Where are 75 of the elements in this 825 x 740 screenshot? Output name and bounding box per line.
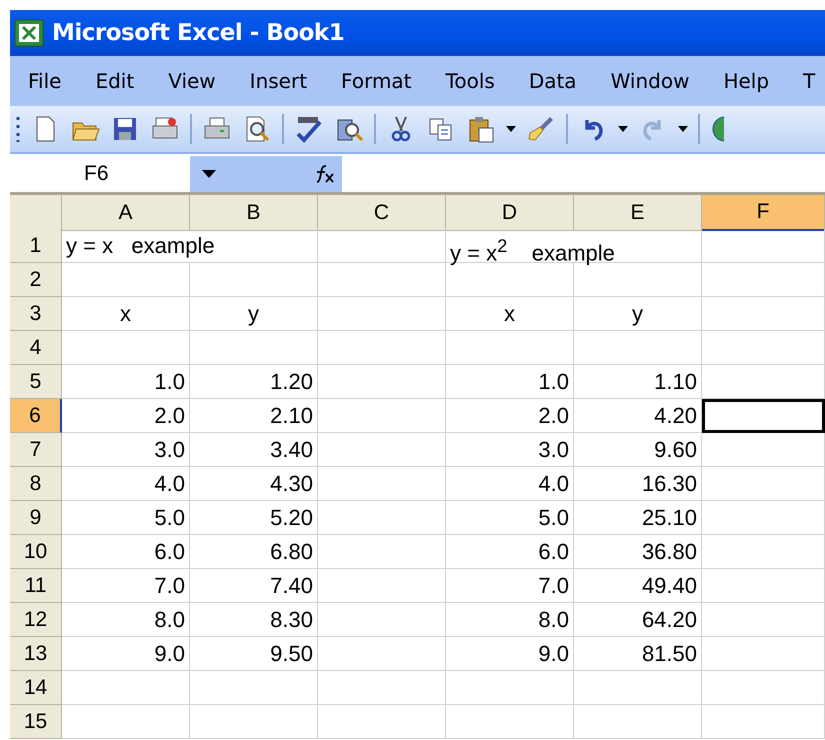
- row-header[interactable]: 5: [10, 365, 62, 399]
- table-cell: x: [446, 297, 574, 331]
- table-cell: 4.20: [574, 399, 702, 433]
- menu-item[interactable]: File: [14, 65, 78, 97]
- menu-item[interactable]: Edit: [78, 65, 152, 97]
- table-cell: 1.0: [446, 365, 574, 399]
- row-header[interactable]: 6: [10, 399, 62, 433]
- table-cell: 6.80: [190, 535, 318, 569]
- row-header[interactable]: 11: [10, 569, 62, 603]
- row-header[interactable]: 15: [10, 705, 62, 739]
- table-cell: y = x$^{2}$ example: [446, 229, 702, 263]
- table-cell: 5.20: [190, 501, 318, 535]
- table-cell: 1.0: [62, 365, 190, 399]
- table-cell: 6.0: [446, 535, 574, 569]
- table-cell: 49.40: [574, 569, 702, 603]
- table-cell: 25.10: [574, 501, 702, 535]
- table-cell: 4.0: [446, 467, 574, 501]
- table-cell: 2.0: [62, 399, 190, 433]
- menu-item[interactable]: Format: [324, 65, 429, 97]
- table-cell: 8.0: [446, 603, 574, 637]
- name-box[interactable]: F6: [10, 156, 190, 192]
- table-cell: 9.0: [62, 637, 190, 671]
- menu-item[interactable]: Tools: [428, 65, 512, 97]
- table-cell: 6.0: [62, 535, 190, 569]
- table-cell: 5.0: [446, 501, 574, 535]
- table-cell: 9.50: [190, 637, 318, 671]
- table-cell: y: [190, 297, 318, 331]
- row-header[interactable]: 8: [10, 467, 62, 501]
- menu-item[interactable]: Help: [706, 65, 786, 97]
- table-cell: y: [574, 297, 702, 331]
- table-cell: 64.20: [574, 603, 702, 637]
- menu-item[interactable]: Data: [512, 65, 594, 97]
- table-cell: 3.0: [62, 433, 190, 467]
- row-header[interactable]: 9: [10, 501, 62, 535]
- table-cell: 8.0: [62, 603, 190, 637]
- row-header[interactable]: 7: [10, 433, 62, 467]
- table-cell: 81.50: [574, 637, 702, 671]
- table-cell: 7.40: [190, 569, 318, 603]
- menu-item[interactable]: View: [151, 65, 233, 97]
- table-cell: 4.0: [62, 467, 190, 501]
- column-header[interactable]: E: [574, 195, 702, 231]
- table-cell: 1.20: [190, 365, 318, 399]
- table-cell: y = x example: [62, 229, 318, 263]
- menu-item[interactable]: T: [786, 65, 825, 97]
- table-cell: 3.40: [190, 433, 318, 467]
- column-header[interactable]: A: [62, 195, 190, 231]
- row-header[interactable]: 1: [10, 229, 62, 263]
- table-cell: 2.10: [190, 399, 318, 433]
- column-header[interactable]: D: [446, 195, 574, 231]
- table-cell: x: [62, 297, 190, 331]
- table-cell: 7.0: [62, 569, 190, 603]
- table-cell: 7.0: [446, 569, 574, 603]
- table-cell: 1.10: [574, 365, 702, 399]
- column-header[interactable]: B: [190, 195, 318, 231]
- table-cell: 8.30: [190, 603, 318, 637]
- row-header[interactable]: 4: [10, 331, 62, 365]
- row-header[interactable]: 13: [10, 637, 62, 671]
- table-cell: 9.60: [574, 433, 702, 467]
- row-header[interactable]: 12: [10, 603, 62, 637]
- table-cell: 5.0: [62, 501, 190, 535]
- table-cell: 4.30: [190, 467, 318, 501]
- row-header[interactable]: 3: [10, 297, 62, 331]
- menu-item[interactable]: Insert: [232, 65, 324, 97]
- column-header[interactable]: C: [318, 195, 446, 231]
- window-title: Microsoft Excel - Book1: [52, 20, 344, 46]
- table-cell: 3.0: [446, 433, 574, 467]
- table-cell: 16.30: [574, 467, 702, 501]
- table-cell: 9.0: [446, 637, 574, 671]
- row-header[interactable]: 2: [10, 263, 62, 297]
- row-header[interactable]: 14: [10, 671, 62, 705]
- table-cell: 36.80: [574, 535, 702, 569]
- table-cell: 2.0: [446, 399, 574, 433]
- column-header[interactable]: F: [702, 195, 825, 231]
- menu-item[interactable]: Window: [594, 65, 706, 97]
- row-header[interactable]: 10: [10, 535, 62, 569]
